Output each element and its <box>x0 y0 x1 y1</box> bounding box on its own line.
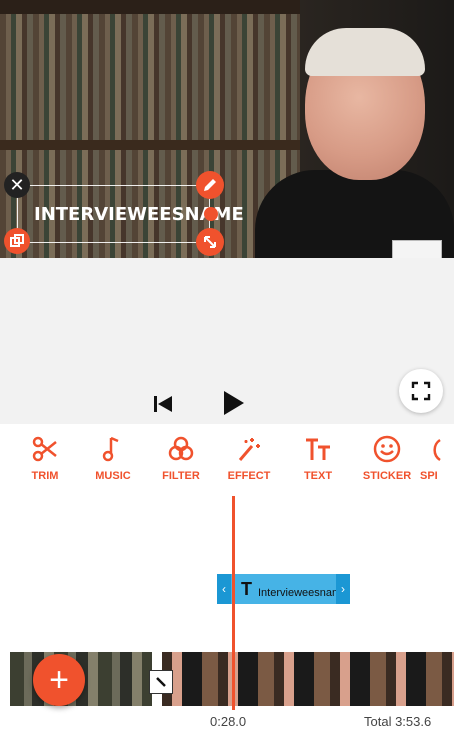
add-media-button[interactable]: + <box>33 654 85 706</box>
filter-circles-icon <box>146 434 216 472</box>
tool-sticker[interactable]: STICKER <box>352 424 422 496</box>
chevron-right-icon[interactable]: › <box>336 574 350 604</box>
tool-effect[interactable]: EFFECT <box>214 424 284 496</box>
tool-effect-label: EFFECT <box>227 470 271 482</box>
transition-icon[interactable] <box>149 670 173 694</box>
tool-filter-label: FILTER <box>162 470 200 482</box>
video-preview[interactable]: INTERVIEWEESNAME ✕ <box>0 0 454 258</box>
edit-toolbar: TRIM MUSIC FILTER EFFECT TEXT STICKER SP… <box>0 424 454 496</box>
smiley-icon <box>352 434 422 472</box>
shelf-board <box>0 140 300 150</box>
shelf-top <box>0 0 300 14</box>
tool-speed-label: SPI <box>420 470 438 482</box>
text-clip-icon: T <box>241 579 252 599</box>
skip-back-icon[interactable] <box>152 394 174 414</box>
text-tt-icon <box>283 434 353 472</box>
tool-filter[interactable]: FILTER <box>146 424 216 496</box>
total-time: Total 3:53.6 <box>364 714 432 729</box>
tool-speed[interactable]: SPI <box>420 424 454 496</box>
video-strip-clip-2[interactable] <box>162 652 454 706</box>
pencil-icon[interactable] <box>196 171 224 199</box>
fullscreen-icon[interactable] <box>399 369 443 413</box>
tool-music-label: MUSIC <box>95 470 131 482</box>
current-time: 0:28.0 <box>210 714 247 729</box>
tool-text-label: TEXT <box>303 470 333 482</box>
tool-music[interactable]: MUSIC <box>78 424 148 496</box>
tool-trim[interactable]: TRIM <box>10 424 80 496</box>
person-hair <box>305 28 425 76</box>
name-badge <box>392 240 442 258</box>
duplicate-icon[interactable] <box>4 228 30 254</box>
playhead[interactable] <box>232 496 235 710</box>
tool-text[interactable]: TEXT <box>283 424 353 496</box>
scissors-icon <box>10 434 80 472</box>
music-note-icon <box>78 434 148 472</box>
close-icon[interactable]: ✕ <box>4 172 30 198</box>
magic-wand-icon <box>214 434 284 472</box>
text-clip-label: Intervieweesname <box>258 587 336 599</box>
resize-icon[interactable] <box>196 228 224 256</box>
tool-trim-label: TRIM <box>31 470 59 482</box>
speed-icon <box>420 434 454 472</box>
anchor-dot[interactable] <box>204 207 218 221</box>
play-icon[interactable] <box>222 389 246 417</box>
tool-sticker-label: STICKER <box>362 470 412 482</box>
chevron-left-icon[interactable]: ‹ <box>217 574 231 604</box>
